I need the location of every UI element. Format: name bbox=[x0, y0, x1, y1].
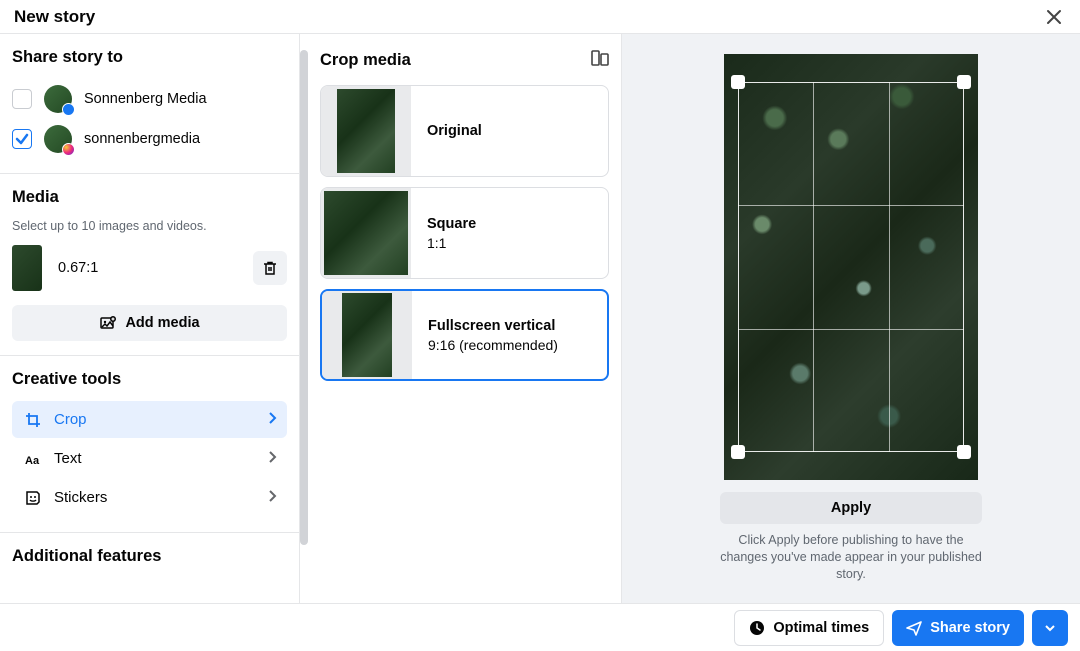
add-media-label: Add media bbox=[125, 315, 199, 331]
tool-label: Crop bbox=[54, 411, 87, 428]
tools-section-title: Creative tools bbox=[12, 370, 287, 389]
tool-text[interactable]: Aa Text bbox=[12, 440, 287, 477]
crop-thumb bbox=[324, 191, 408, 275]
checkbox-ig[interactable] bbox=[12, 129, 32, 149]
share-story-button[interactable]: Share story bbox=[892, 610, 1024, 646]
facebook-badge-icon bbox=[62, 103, 75, 116]
text-icon: Aa bbox=[24, 451, 42, 467]
avatar bbox=[44, 85, 72, 113]
media-ratio-label: 0.67:1 bbox=[58, 260, 237, 276]
crop-handle-tl[interactable] bbox=[731, 75, 745, 89]
close-icon bbox=[1045, 8, 1063, 26]
optimal-times-button[interactable]: Optimal times bbox=[734, 610, 884, 646]
account-name: Sonnenberg Media bbox=[84, 91, 207, 107]
clock-icon bbox=[749, 620, 765, 636]
close-button[interactable] bbox=[1042, 5, 1066, 29]
avatar bbox=[44, 125, 72, 153]
apply-button[interactable]: Apply bbox=[720, 492, 982, 524]
crop-option-ratio: 9:16 (recommended) bbox=[428, 337, 558, 353]
optimal-times-label: Optimal times bbox=[773, 620, 869, 636]
svg-text:Aa: Aa bbox=[25, 455, 40, 467]
send-icon bbox=[906, 620, 922, 636]
apply-label: Apply bbox=[831, 500, 871, 516]
share-account-row[interactable]: Sonnenberg Media bbox=[12, 79, 287, 119]
chevron-right-icon bbox=[267, 411, 277, 429]
share-story-label: Share story bbox=[930, 620, 1010, 636]
crop-option-square[interactable]: Square 1:1 bbox=[320, 187, 609, 279]
crop-option-fullscreen-vertical[interactable]: Fullscreen vertical 9:16 (recommended) bbox=[320, 289, 609, 381]
crop-option-name: Square bbox=[427, 216, 476, 232]
share-account-row[interactable]: sonnenbergmedia bbox=[12, 119, 287, 159]
media-thumbnail[interactable] bbox=[12, 245, 42, 291]
tool-label: Text bbox=[54, 450, 82, 467]
apply-note: Click Apply before publishing to have th… bbox=[720, 532, 982, 583]
page-title: New story bbox=[14, 7, 95, 27]
crop-thumb bbox=[342, 293, 392, 377]
chevron-right-icon bbox=[267, 450, 277, 468]
tool-stickers[interactable]: Stickers bbox=[12, 479, 287, 516]
orientation-icon bbox=[591, 50, 609, 66]
crop-option-original[interactable]: Original bbox=[320, 85, 609, 177]
crop-option-name: Fullscreen vertical bbox=[428, 318, 558, 334]
media-section-title: Media bbox=[12, 188, 287, 207]
crop-icon bbox=[24, 412, 42, 428]
checkbox-fb[interactable] bbox=[12, 89, 32, 109]
crop-handle-bl[interactable] bbox=[731, 445, 745, 459]
instagram-badge-icon bbox=[62, 143, 75, 156]
add-media-button[interactable]: Add media bbox=[12, 305, 287, 341]
crop-handle-tr[interactable] bbox=[957, 75, 971, 89]
caret-down-icon bbox=[1044, 622, 1056, 634]
share-section-title: Share story to bbox=[12, 48, 287, 67]
crop-thumb bbox=[337, 89, 395, 173]
tool-crop[interactable]: Crop bbox=[12, 401, 287, 438]
chevron-right-icon bbox=[267, 489, 277, 507]
share-dropdown-button[interactable] bbox=[1032, 610, 1068, 646]
delete-media-button[interactable] bbox=[253, 251, 287, 285]
media-section-sub: Select up to 10 images and videos. bbox=[12, 219, 287, 233]
crop-handle-br[interactable] bbox=[957, 445, 971, 459]
tool-label: Stickers bbox=[54, 489, 107, 506]
add-image-icon bbox=[99, 314, 117, 332]
crop-grid[interactable] bbox=[738, 82, 964, 452]
sidebar-scrollbar[interactable] bbox=[300, 50, 308, 545]
account-name: sonnenbergmedia bbox=[84, 131, 200, 147]
crop-panel-title: Crop media bbox=[320, 51, 411, 70]
orientation-toggle[interactable] bbox=[591, 50, 609, 71]
crop-option-ratio: 1:1 bbox=[427, 235, 476, 251]
preview-frame bbox=[724, 54, 978, 480]
trash-icon bbox=[262, 260, 278, 276]
sticker-icon bbox=[24, 490, 42, 506]
additional-features-title: Additional features bbox=[0, 533, 299, 570]
crop-option-name: Original bbox=[427, 123, 482, 139]
